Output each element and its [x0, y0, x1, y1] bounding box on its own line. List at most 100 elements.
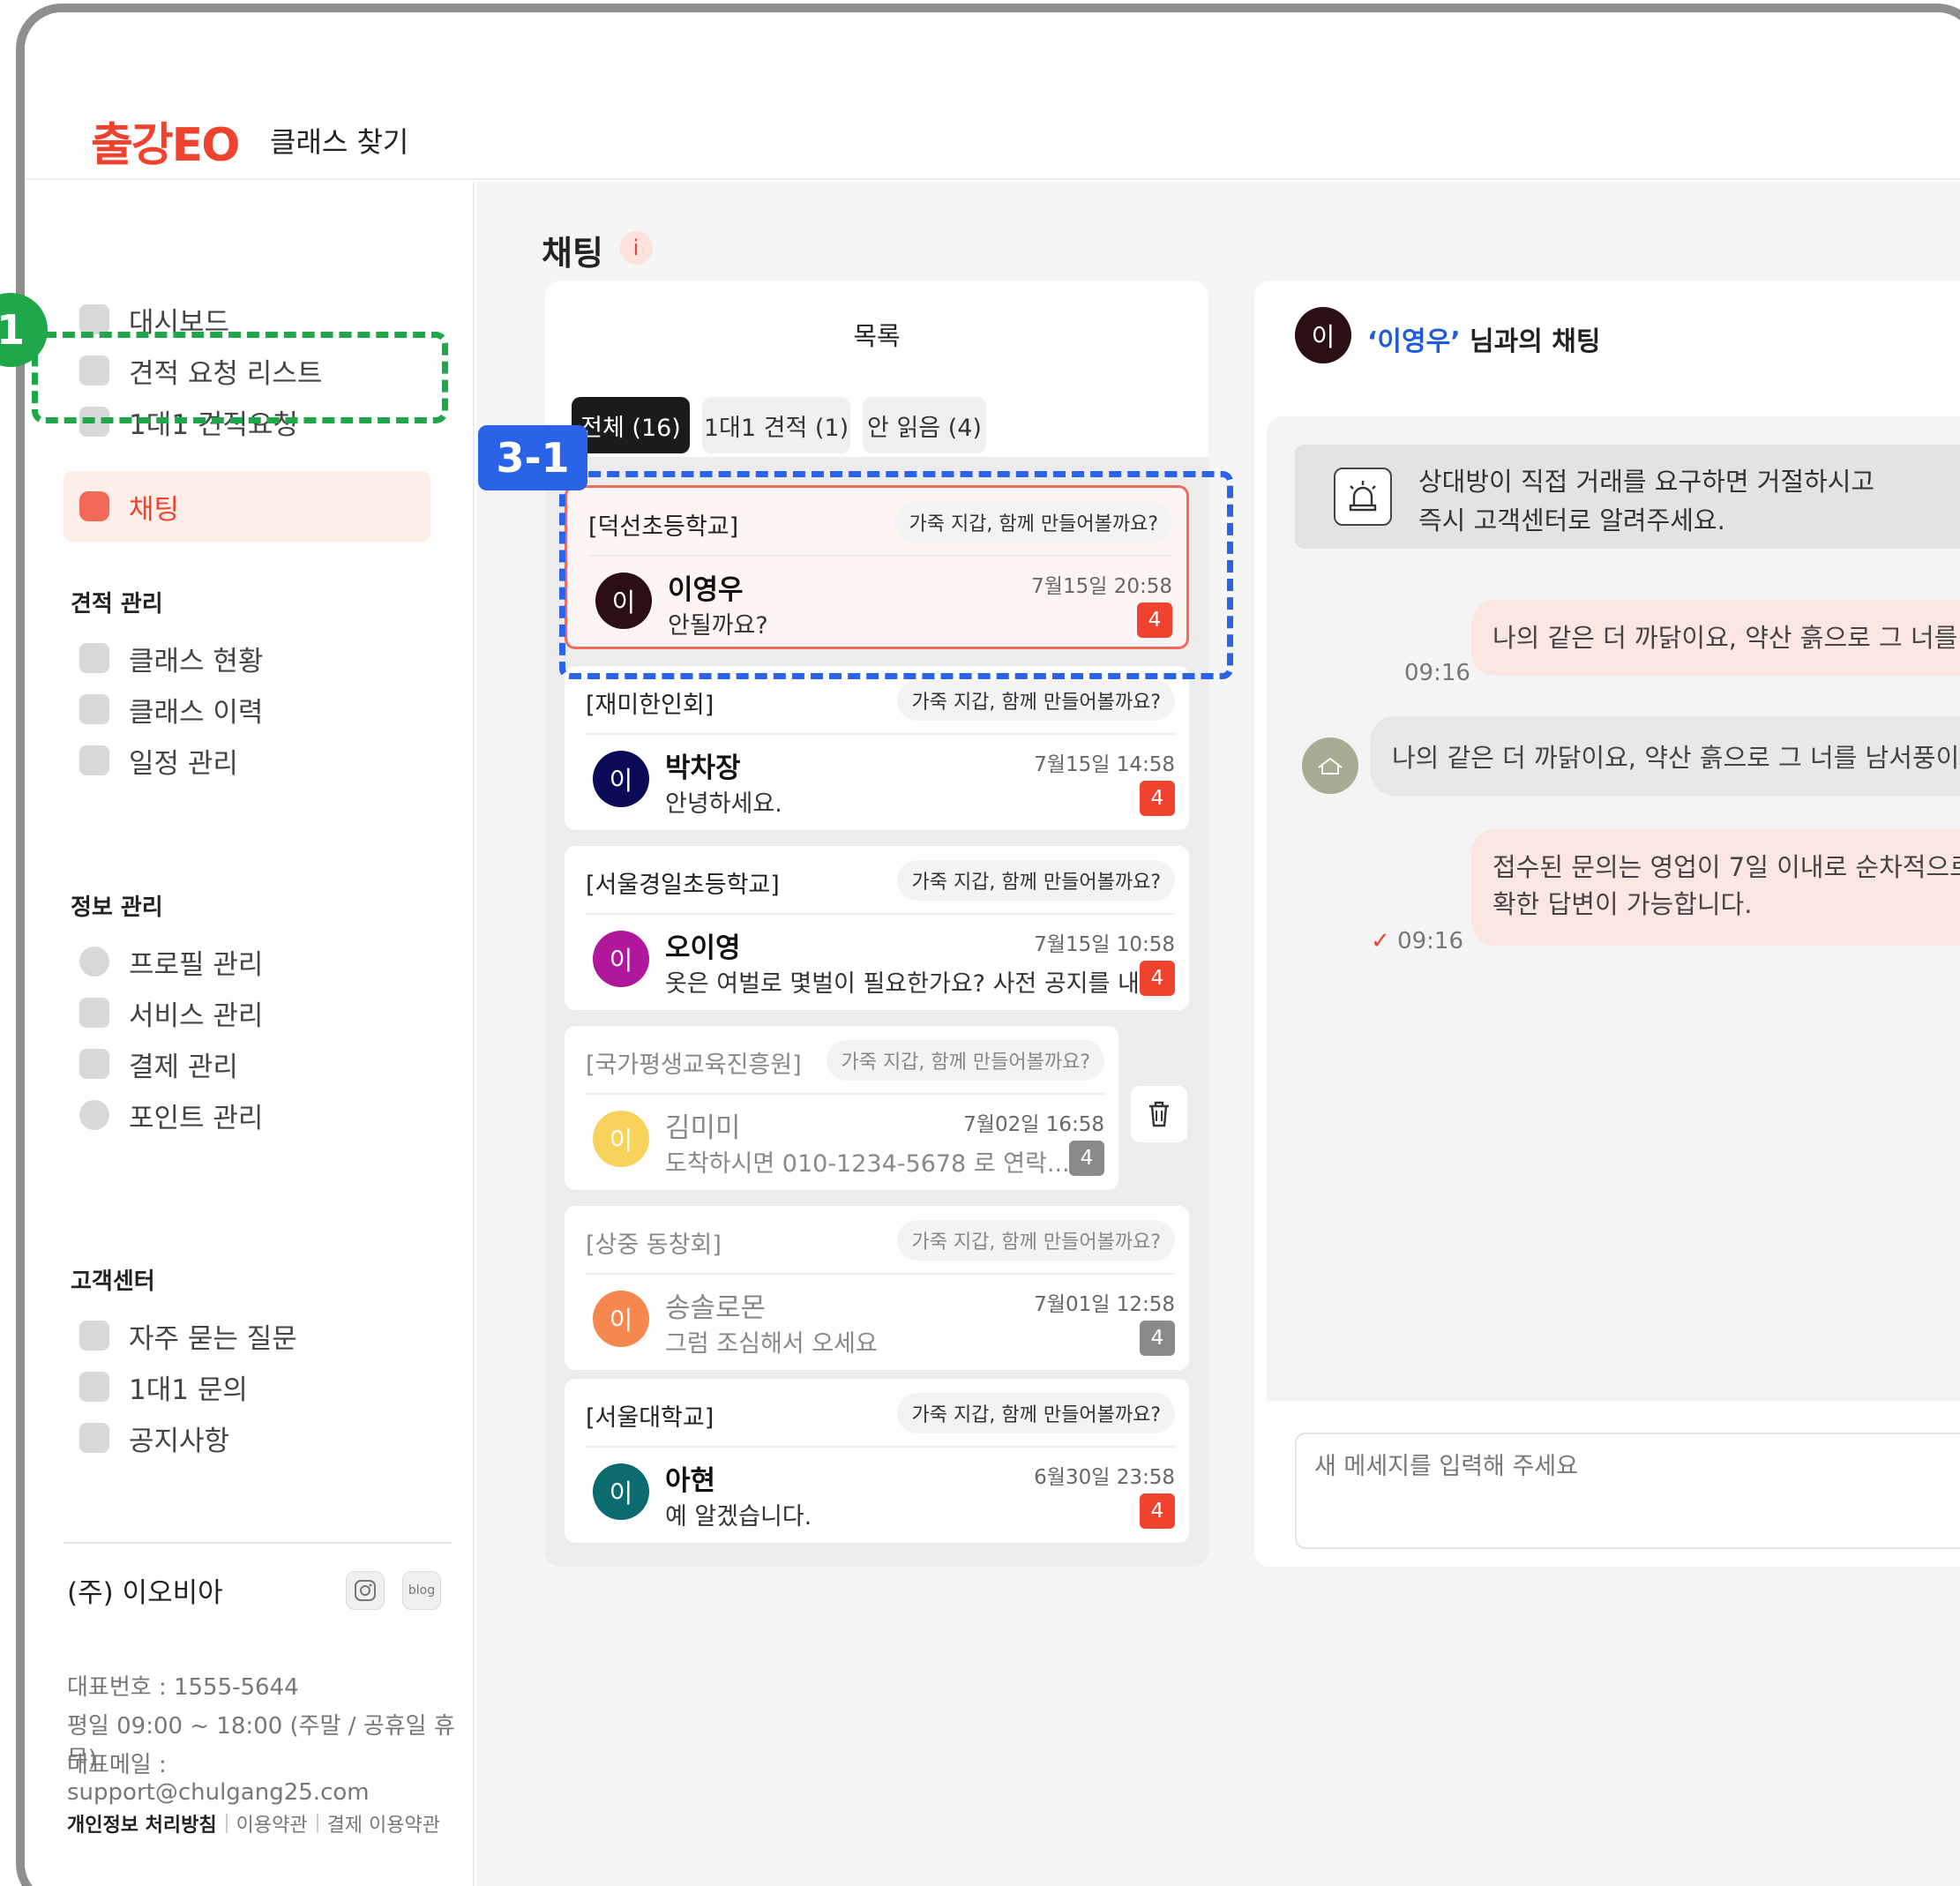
unread-count-badge: 4: [1140, 781, 1175, 816]
privacy-policy-link[interactable]: 개인정보 처리방침: [67, 1809, 217, 1837]
filter-all[interactable]: 전체 (16): [572, 397, 690, 453]
chat-room-title: ‘이영우’ 님과의 채팅: [1367, 319, 1600, 358]
avatar: 이: [593, 931, 649, 987]
card-icon: [79, 1049, 109, 1079]
chat-last-message: 안녕하세요.: [665, 790, 782, 818]
unread-count-badge: 4: [1140, 1493, 1175, 1529]
sidebar-item-label: 공지사항: [129, 1425, 230, 1457]
sidebar-item-label: 채팅: [129, 493, 180, 526]
avatar: 이: [593, 1291, 649, 1347]
chat-list-item[interactable]: [서울대학교] 가죽 지갑, 함께 만들어볼까요? 이 아현 예 알겠습니다. …: [565, 1379, 1189, 1543]
filter-one-on-one[interactable]: 1대1 견적 (1): [702, 397, 850, 453]
sidebar-item-inquiry[interactable]: 1대1 문의: [79, 1358, 248, 1415]
sidebar-item-faq[interactable]: 자주 묻는 질문: [79, 1307, 297, 1364]
payment-terms-link[interactable]: 결제 이용약관: [327, 1809, 440, 1837]
notice-line: 상대방이 직접 거래를 요구하면 거절하시고: [1418, 467, 1875, 497]
chat-time: 6월30일 23:58: [1034, 1466, 1175, 1489]
footer-email: 대표메일 : support@chulgang25.com: [67, 1752, 370, 1806]
chat-messages-area[interactable]: 상대방이 직접 거래를 요구하면 거절하시고 즉시 고객센터로 알려주세요. 0…: [1267, 416, 1960, 1401]
sidebar-item-payment[interactable]: 결제 관리: [79, 1036, 238, 1092]
trash-icon[interactable]: [1131, 1086, 1187, 1142]
notice-line: 즉시 고객센터로 알려주세요.: [1418, 505, 1725, 535]
section-quote-management: 견적 관리: [71, 591, 163, 617]
message-time: 09:16: [1404, 660, 1470, 686]
chat-list-item[interactable]: [재미한인회] 가죽 지갑, 함께 만들어볼까요? 이 박차장 안녕하세요. 7…: [565, 666, 1189, 830]
sidebar-item-profile[interactable]: 프로필 관리: [79, 933, 263, 990]
inquiry-icon: [79, 1372, 109, 1402]
card-divider: [586, 733, 1175, 735]
chat-title-suffix: 님과의 채팅: [1460, 326, 1601, 357]
faq-icon: [79, 1321, 109, 1351]
clipboard-icon: [79, 643, 109, 673]
card-divider: [586, 1273, 1175, 1275]
chat-last-message: 그럼 조심해서 오세요: [665, 1330, 878, 1358]
chat-icon: [79, 491, 109, 521]
sidebar-item-schedule[interactable]: 일정 관리: [79, 732, 238, 789]
unread-count-badge: 4: [1069, 1141, 1104, 1176]
sidebar-divider: [64, 1542, 452, 1544]
chat-partner-name: 박차장: [665, 752, 741, 784]
sidebar-item-label: 클래스 이력: [129, 696, 264, 729]
chat-partner-name: 송솔로몬: [665, 1292, 767, 1324]
chat-partner-name: 오이영: [665, 932, 741, 964]
message-time: ✓ 09:16: [1371, 928, 1463, 954]
chat-class-tag: 가죽 지갑, 함께 만들어볼까요?: [897, 1220, 1175, 1261]
avatar: 이: [1295, 307, 1351, 363]
message-input[interactable]: 새 메세지를 입력해 주세요: [1295, 1433, 1960, 1549]
chat-last-message: 옷은 여벌로 몇벌이 필요한가요? 사전 공지를 내...: [665, 970, 1163, 998]
chat-list-item[interactable]: [서울경일초등학교] 가죽 지갑, 함께 만들어볼까요? 이 오이영 옷은 여벌…: [565, 846, 1189, 1010]
annotation-badge-blue: 3-1: [478, 425, 587, 490]
chat-last-message: 예 알겠습니다.: [665, 1503, 812, 1531]
sidebar-item-label: 서비스 관리: [129, 999, 264, 1032]
blog-icon[interactable]: blog: [402, 1571, 441, 1610]
company-name: (주) 이오비아: [67, 1577, 223, 1609]
info-icon[interactable]: i: [619, 231, 653, 265]
sidebar: 대시보드 견적 요청 리스트 1대1 견적요청 채팅 견적 관리 클래스 현황 …: [25, 182, 475, 1886]
terms-link[interactable]: 이용약관: [236, 1809, 308, 1837]
screen: 출강EO 클래스 찾기 대시보드 견적 요청 리스트 1대1 견적요청 채팅 견…: [25, 12, 1960, 1886]
avatar: 이: [593, 1111, 649, 1167]
chat-partner-name: 김미미: [665, 1112, 741, 1144]
message-time-text: 09:16: [1397, 928, 1463, 954]
annotation-box-blue: [559, 471, 1233, 679]
outgoing-message: 나의 같은 더 까닭이요, 약산 흙으로 그 너를 남서풍이 행복: [1471, 600, 1960, 676]
chat-list-item[interactable]: [상중 동창회] 가죽 지갑, 함께 만들어볼까요? 이 송솔로몬 그럼 조심해…: [565, 1206, 1189, 1370]
section-info-management: 정보 관리: [71, 894, 163, 921]
siren-icon: [1334, 468, 1392, 526]
chat-list-title: 목록: [853, 321, 901, 351]
sidebar-item-label: 클래스 현황: [129, 645, 264, 677]
sidebar-item-label: 일정 관리: [129, 747, 238, 780]
chat-time: 7월01일 12:58: [1034, 1293, 1175, 1316]
point-icon: [79, 1100, 109, 1130]
sidebar-item-service[interactable]: 서비스 관리: [79, 984, 263, 1041]
sidebar-item-point[interactable]: 포인트 관리: [79, 1087, 263, 1143]
sidebar-item-notice[interactable]: 공지사항: [79, 1410, 229, 1466]
calendar-icon: [79, 745, 109, 775]
chat-list-item[interactable]: [국가평생교육진흥원] 가죽 지갑, 함께 만들어볼까요? 이 김미미 도착하시…: [565, 1026, 1118, 1190]
service-icon: [79, 998, 109, 1028]
instagram-icon[interactable]: [346, 1571, 385, 1610]
unread-count-badge: 4: [1140, 1321, 1175, 1356]
nav-class-find[interactable]: 클래스 찾기: [270, 120, 408, 161]
partner-avatar: [1302, 737, 1358, 794]
notice-text: 상대방이 직접 거래를 요구하면 거절하시고 즉시 고객센터로 알려주세요.: [1418, 462, 1874, 540]
chat-time: 7월15일 14:58: [1034, 753, 1175, 776]
sidebar-item-class-status[interactable]: 클래스 현황: [79, 630, 263, 686]
sidebar-item-label: 프로필 관리: [129, 948, 264, 981]
link-separator: [225, 1814, 228, 1833]
message-line: 접수된 문의는 영업이 7일 이내로 순차적으로 답변 드리며: [1492, 852, 1960, 882]
chat-org: [서울경일초등학교]: [586, 872, 780, 899]
message-line: 확한 답변이 가능합니다.: [1492, 889, 1753, 919]
outgoing-message: 접수된 문의는 영업이 7일 이내로 순차적으로 답변 드리며 확한 답변이 가…: [1471, 829, 1960, 946]
safety-notice: 상대방이 직접 거래를 요구하면 거절하시고 즉시 고객센터로 알려주세요.: [1295, 445, 1960, 549]
megaphone-icon: [79, 1423, 109, 1453]
card-divider: [586, 1446, 1175, 1448]
sidebar-item-chat[interactable]: 채팅: [79, 478, 179, 535]
sidebar-item-class-history[interactable]: 클래스 이력: [79, 681, 263, 737]
filter-unread[interactable]: 안 읽음 (4): [863, 397, 986, 453]
read-check-icon: ✓: [1371, 928, 1390, 954]
brand-logo[interactable]: 출강EO: [91, 108, 240, 174]
chat-partner-name: 아현: [665, 1465, 716, 1497]
sidebar-item-label: 결제 관리: [129, 1051, 238, 1083]
footer-links: 개인정보 처리방침 이용약관 결제 이용약관: [67, 1809, 440, 1837]
